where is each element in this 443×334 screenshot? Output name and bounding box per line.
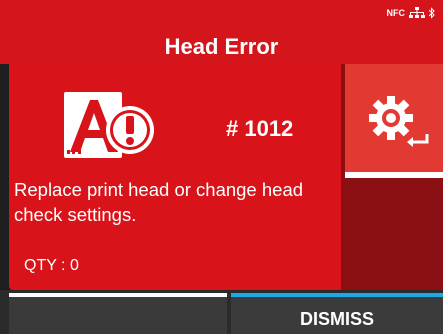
quantity-label: QTY : 0: [24, 257, 79, 274]
head-error-screen: NFC Head Error # 1012 Replace print head…: [0, 0, 443, 334]
settings-button[interactable]: [345, 64, 443, 178]
error-code: # 1012: [226, 116, 294, 141]
page-title: Head Error: [164, 34, 279, 59]
bluetooth-icon: [429, 7, 435, 19]
nfc-icon: NFC: [386, 8, 406, 18]
dismiss-label: DISMISS: [299, 309, 374, 329]
dismiss-button[interactable]: DISMISS: [231, 293, 443, 334]
network-icon: [409, 7, 425, 19]
status-icons: NFC: [387, 6, 436, 20]
softkey-left[interactable]: [9, 293, 227, 334]
header-bar: NFC Head Error: [0, 0, 443, 64]
gear-enter-icon: [369, 94, 435, 155]
side-empty-panel: [345, 178, 443, 290]
print-head-error-icon: [64, 92, 160, 158]
error-message: Replace print head or change head check …: [14, 179, 304, 225]
